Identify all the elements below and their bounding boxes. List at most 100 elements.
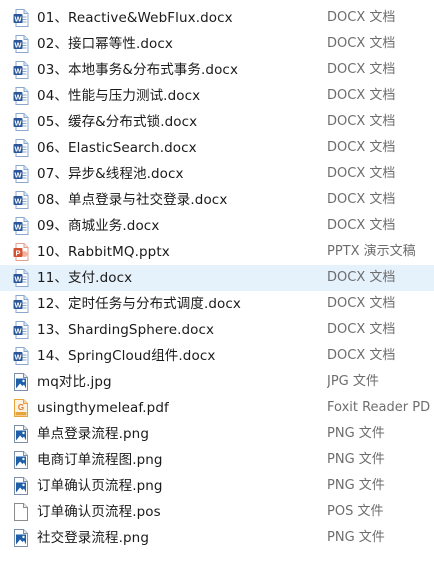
docx-icon: W bbox=[13, 87, 29, 105]
file-name: 02、接口幂等性.docx bbox=[37, 36, 174, 52]
file-row[interactable]: 社交登录流程.png PNG 文件 bbox=[0, 525, 434, 551]
docx-icon: W bbox=[13, 321, 29, 339]
file-type: Foxit Reader PD bbox=[327, 400, 431, 415]
file-type: DOCX 文档 bbox=[327, 114, 396, 129]
file-type: DOCX 文档 bbox=[327, 140, 396, 155]
file-type: DOCX 文档 bbox=[327, 166, 396, 181]
docx-icon: W bbox=[13, 347, 29, 365]
file-name: 09、商城业务.docx bbox=[37, 218, 160, 234]
file-row[interactable]: W 03、本地事务&分布式事务.docx DOCX 文档 bbox=[0, 57, 434, 83]
pdf-icon: G bbox=[13, 399, 29, 417]
svg-text:W: W bbox=[14, 222, 22, 231]
docx-icon: W bbox=[13, 191, 29, 209]
file-name: 11、支付.docx bbox=[37, 270, 133, 286]
file-type: PPTX 演示文稿 bbox=[327, 244, 416, 259]
file-type: POS 文件 bbox=[327, 504, 384, 519]
svg-text:W: W bbox=[14, 92, 22, 101]
file-row[interactable]: W 14、SpringCloud组件.docx DOCX 文档 bbox=[0, 343, 434, 369]
docx-icon: W bbox=[13, 35, 29, 53]
file-row[interactable]: W 08、单点登录与社交登录.docx DOCX 文档 bbox=[0, 187, 434, 213]
file-type: DOCX 文档 bbox=[327, 10, 396, 25]
docx-icon: W bbox=[13, 9, 29, 27]
image-file-icon bbox=[13, 529, 29, 547]
file-type: PNG 文件 bbox=[327, 530, 385, 545]
file-name: 社交登录流程.png bbox=[37, 530, 149, 546]
file-list: W 01、Reactive&WebFlux.docx DOCX 文档 W 02、接… bbox=[0, 5, 434, 551]
svg-text:W: W bbox=[14, 14, 22, 23]
file-type: DOCX 文档 bbox=[327, 62, 396, 77]
file-row[interactable]: W 01、Reactive&WebFlux.docx DOCX 文档 bbox=[0, 5, 434, 31]
file-type: DOCX 文档 bbox=[327, 348, 396, 363]
docx-icon: W bbox=[13, 217, 29, 235]
file-row[interactable]: W 02、接口幂等性.docx DOCX 文档 bbox=[0, 31, 434, 57]
svg-text:W: W bbox=[14, 170, 22, 179]
file-row[interactable]: W 06、ElasticSearch.docx DOCX 文档 bbox=[0, 135, 434, 161]
file-type: DOCX 文档 bbox=[327, 296, 396, 311]
file-name: 12、定时任务与分布式调度.docx bbox=[37, 296, 242, 312]
file-name: 13、ShardingSphere.docx bbox=[37, 322, 215, 338]
file-row[interactable]: W 09、商城业务.docx DOCX 文档 bbox=[0, 213, 434, 239]
file-row[interactable]: G usingthymeleaf.pdf Foxit Reader PD bbox=[0, 395, 434, 421]
svg-text:W: W bbox=[14, 66, 22, 75]
image-file-icon bbox=[13, 425, 29, 443]
file-type: DOCX 文档 bbox=[327, 192, 396, 207]
file-name: 14、SpringCloud组件.docx bbox=[37, 348, 216, 364]
svg-text:W: W bbox=[14, 40, 22, 49]
file-name: 06、ElasticSearch.docx bbox=[37, 140, 197, 156]
file-type: DOCX 文档 bbox=[327, 218, 396, 233]
file-name: mq对比.jpg bbox=[37, 374, 112, 390]
file-row[interactable]: W 04、性能与压力测试.docx DOCX 文档 bbox=[0, 83, 434, 109]
file-row[interactable]: W 12、定时任务与分布式调度.docx DOCX 文档 bbox=[0, 291, 434, 317]
file-type: DOCX 文档 bbox=[327, 322, 396, 337]
docx-icon: W bbox=[13, 113, 29, 131]
file-name: 订单确认页流程.png bbox=[37, 478, 163, 494]
image-file-icon bbox=[13, 373, 29, 391]
pptx-icon: P bbox=[13, 243, 29, 261]
file-type: JPG 文件 bbox=[327, 374, 379, 389]
svg-text:W: W bbox=[14, 196, 22, 205]
file-type: PNG 文件 bbox=[327, 426, 385, 441]
svg-text:W: W bbox=[14, 300, 22, 309]
file-row[interactable]: W 13、ShardingSphere.docx DOCX 文档 bbox=[0, 317, 434, 343]
svg-text:W: W bbox=[14, 352, 22, 361]
file-row[interactable]: W 07、异步&线程池.docx DOCX 文档 bbox=[0, 161, 434, 187]
file-row[interactable]: P 10、RabbitMQ.pptx PPTX 演示文稿 bbox=[0, 239, 434, 265]
file-name: 10、RabbitMQ.pptx bbox=[37, 244, 170, 260]
file-name: 订单确认页流程.pos bbox=[37, 504, 161, 520]
file-row[interactable]: W 11、支付.docx DOCX 文档 bbox=[0, 265, 434, 291]
svg-text:W: W bbox=[14, 274, 22, 283]
file-name: 04、性能与压力测试.docx bbox=[37, 88, 201, 104]
svg-text:G: G bbox=[18, 403, 24, 412]
file-name: 01、Reactive&WebFlux.docx bbox=[37, 10, 233, 26]
file-name: usingthymeleaf.pdf bbox=[37, 400, 169, 416]
svg-text:P: P bbox=[15, 248, 20, 257]
docx-icon: W bbox=[13, 295, 29, 313]
image-file-icon bbox=[13, 451, 29, 469]
file-type: DOCX 文档 bbox=[327, 88, 396, 103]
svg-text:W: W bbox=[14, 144, 22, 153]
file-name: 电商订单流程图.png bbox=[37, 452, 163, 468]
file-name: 03、本地事务&分布式事务.docx bbox=[37, 62, 239, 78]
svg-text:W: W bbox=[14, 118, 22, 127]
file-name: 08、单点登录与社交登录.docx bbox=[37, 192, 228, 208]
file-row[interactable]: 电商订单流程图.png PNG 文件 bbox=[0, 447, 434, 473]
file-type: PNG 文件 bbox=[327, 478, 385, 493]
file-row[interactable]: W 05、缓存&分布式锁.docx DOCX 文档 bbox=[0, 109, 434, 135]
docx-icon: W bbox=[13, 139, 29, 157]
file-type: DOCX 文档 bbox=[327, 36, 396, 51]
docx-icon: W bbox=[13, 269, 29, 287]
file-name: 05、缓存&分布式锁.docx bbox=[37, 114, 198, 130]
docx-icon: W bbox=[13, 165, 29, 183]
svg-text:W: W bbox=[14, 326, 22, 335]
file-row[interactable]: mq对比.jpg JPG 文件 bbox=[0, 369, 434, 395]
blank-file-icon bbox=[13, 503, 29, 521]
file-type: DOCX 文档 bbox=[327, 270, 396, 285]
docx-icon: W bbox=[13, 61, 29, 79]
file-row[interactable]: 订单确认页流程.pos POS 文件 bbox=[0, 499, 434, 525]
file-row[interactable]: 订单确认页流程.png PNG 文件 bbox=[0, 473, 434, 499]
file-type: PNG 文件 bbox=[327, 452, 385, 467]
file-name: 07、异步&线程池.docx bbox=[37, 166, 184, 182]
file-row[interactable]: 单点登录流程.png PNG 文件 bbox=[0, 421, 434, 447]
image-file-icon bbox=[13, 477, 29, 495]
file-name: 单点登录流程.png bbox=[37, 426, 149, 442]
